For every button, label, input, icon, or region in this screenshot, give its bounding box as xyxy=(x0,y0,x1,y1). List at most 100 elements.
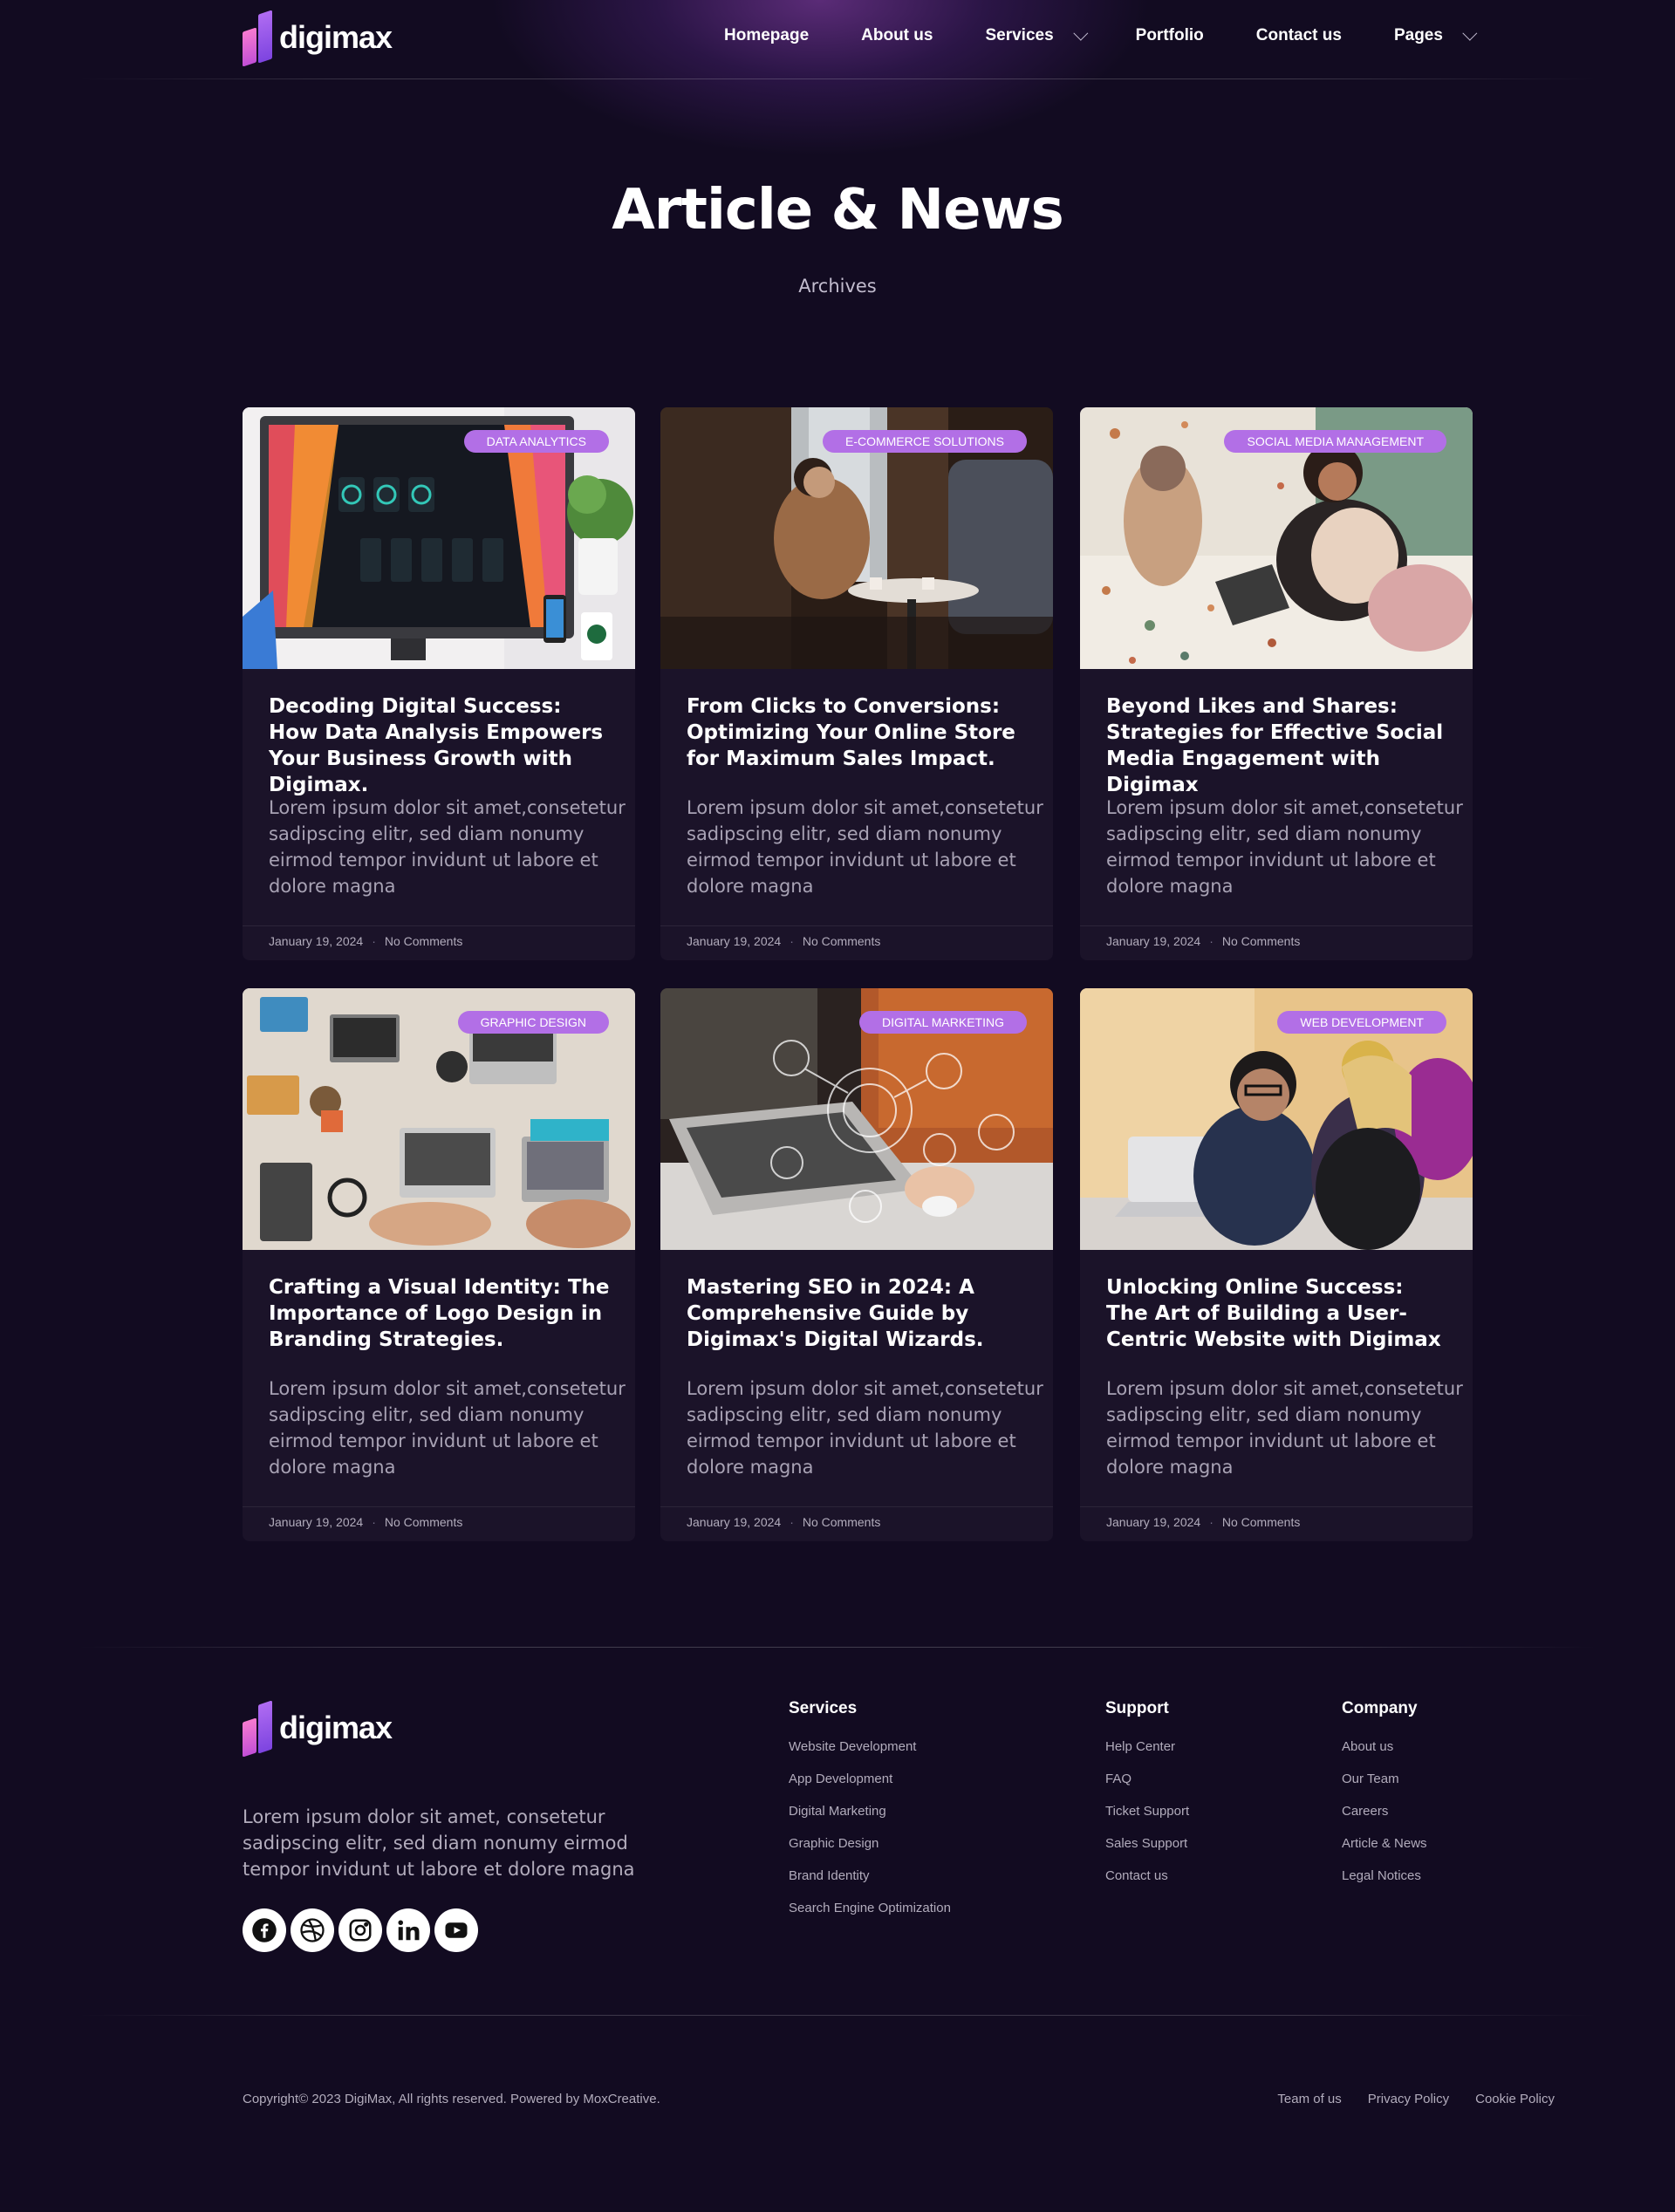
main-nav: Homepage About us Services Portfolio Con… xyxy=(724,25,1525,45)
article-title[interactable]: From Clicks to Conversions: Optimizing Y… xyxy=(687,693,1031,772)
footer-column-title: Services xyxy=(789,1699,858,1717)
desk-with-laptops-photo[interactable]: GRAPHIC DESIGN xyxy=(243,988,635,1250)
category-tag[interactable]: DATA ANALYTICS xyxy=(463,430,609,453)
article-title[interactable]: Beyond Likes and Shares: Strategies for … xyxy=(1106,693,1451,798)
category-tag[interactable]: E-COMMERCE SOLUTIONS xyxy=(822,430,1027,453)
footer-link[interactable]: Graphic Design xyxy=(789,1836,951,1851)
footer-link[interactable]: Ticket Support xyxy=(1105,1804,1189,1819)
team-around-laptop-photo[interactable]: WEB DEVELOPMENT xyxy=(1080,988,1473,1250)
card-divider xyxy=(660,925,1053,926)
article-card[interactable]: WEB DEVELOPMENT Unlocking Online Success… xyxy=(1080,988,1473,1541)
site-header: digimax Homepage About us Services Portf… xyxy=(0,0,1675,80)
breadcrumb: Archives xyxy=(798,276,877,297)
nav-label: Portfolio xyxy=(1135,26,1204,44)
article-date: January 19, 2024 xyxy=(1106,934,1201,948)
article-card[interactable]: GRAPHIC DESIGN Crafting a Visual Identit… xyxy=(243,988,635,1541)
footer-link[interactable]: Legal Notices xyxy=(1342,1868,1427,1883)
woman-in-cafe-photo[interactable]: E-COMMERCE SOLUTIONS xyxy=(660,407,1053,669)
footer-column-title: Support xyxy=(1105,1699,1169,1717)
logo-mark-icon xyxy=(243,1700,274,1758)
footer-link[interactable]: Brand Identity xyxy=(789,1868,951,1883)
legal-links: Team of us Privacy Policy Cookie Policy xyxy=(1277,2092,1555,2106)
footer-column-company: Company About us Our Team Careers Articl… xyxy=(1342,1699,1427,1901)
comments-link[interactable]: No Comments xyxy=(1222,1515,1300,1529)
legal-link-cookie[interactable]: Cookie Policy xyxy=(1475,2092,1555,2106)
linkedin-icon[interactable] xyxy=(386,1908,430,1952)
footer-link[interactable]: Website Development xyxy=(789,1739,951,1754)
footer-link[interactable]: FAQ xyxy=(1105,1772,1189,1786)
footer-link[interactable]: Digital Marketing xyxy=(789,1804,951,1819)
footer-link[interactable]: Contact us xyxy=(1105,1868,1189,1883)
dribbble-icon[interactable] xyxy=(291,1908,334,1952)
footer-link[interactable]: App Development xyxy=(789,1772,951,1786)
facebook-icon[interactable] xyxy=(243,1908,286,1952)
chevron-down-icon xyxy=(1462,25,1478,41)
footer-column-title: Company xyxy=(1342,1699,1418,1717)
footer-link[interactable]: Sales Support xyxy=(1105,1836,1189,1851)
footer-link[interactable]: Search Engine Optimization xyxy=(789,1901,951,1915)
social-links xyxy=(243,1908,478,1952)
article-meta: January 19, 2024 · No Comments xyxy=(687,934,880,948)
separator-dot: · xyxy=(790,934,794,948)
brand-name: digimax xyxy=(279,19,393,55)
card-divider xyxy=(243,1506,635,1507)
article-card[interactable]: DATA ANALYTICS Decoding Digital Success:… xyxy=(243,407,635,960)
separator-dot: · xyxy=(372,1515,376,1529)
category-tag[interactable]: GRAPHIC DESIGN xyxy=(457,1011,609,1034)
separator-dot: · xyxy=(1209,934,1214,948)
nav-label: Contact us xyxy=(1255,26,1342,44)
comments-link[interactable]: No Comments xyxy=(1222,934,1300,948)
logo-mark-icon xyxy=(243,10,274,67)
footer-column-support: Support Help Center FAQ Ticket Support S… xyxy=(1105,1699,1189,1901)
legal-link-team[interactable]: Team of us xyxy=(1277,2092,1341,2106)
footer-link[interactable]: Our Team xyxy=(1342,1772,1427,1786)
nav-item-contact-us[interactable]: Contact us xyxy=(1256,26,1342,45)
computer-monitor-dashboard-photo[interactable]: DATA ANALYTICS xyxy=(243,407,635,669)
comments-link[interactable]: No Comments xyxy=(385,1515,462,1529)
separator-dot: · xyxy=(372,934,376,948)
article-title[interactable]: Decoding Digital Success: How Data Analy… xyxy=(269,693,613,798)
separator-dot: · xyxy=(1209,1515,1214,1529)
article-meta: January 19, 2024 · No Comments xyxy=(269,1515,462,1529)
brand-logo[interactable]: digimax xyxy=(243,10,393,67)
card-divider xyxy=(1080,1506,1473,1507)
category-tag[interactable]: WEB DEVELOPMENT xyxy=(1277,1011,1446,1034)
legal-link-privacy[interactable]: Privacy Policy xyxy=(1368,2092,1449,2106)
article-title[interactable]: Unlocking Online Success: The Art of Bui… xyxy=(1106,1274,1451,1353)
footer-link[interactable]: Help Center xyxy=(1105,1739,1189,1754)
footer-link[interactable]: Article & News xyxy=(1342,1836,1427,1851)
category-tag[interactable]: SOCIAL MEDIA MANAGEMENT xyxy=(1224,430,1446,453)
youtube-icon[interactable] xyxy=(434,1908,478,1952)
card-divider xyxy=(243,925,635,926)
comments-link[interactable]: No Comments xyxy=(385,934,462,948)
footer-divider xyxy=(79,1647,1596,1648)
copyright-text: Copyright© 2023 DigiMax, All rights rese… xyxy=(243,2092,660,2106)
instagram-icon[interactable] xyxy=(338,1908,382,1952)
nav-item-services[interactable]: Services xyxy=(985,25,1088,45)
article-card[interactable]: DIGITAL MARKETING Mastering SEO in 2024:… xyxy=(660,988,1053,1541)
comments-link[interactable]: No Comments xyxy=(803,1515,880,1529)
women-working-laptop-photo[interactable]: SOCIAL MEDIA MANAGEMENT xyxy=(1080,407,1473,669)
article-title[interactable]: Mastering SEO in 2024: A Comprehensive G… xyxy=(687,1274,1031,1353)
article-card[interactable]: E-COMMERCE SOLUTIONS From Clicks to Conv… xyxy=(660,407,1053,960)
nav-item-homepage[interactable]: Homepage xyxy=(724,26,809,45)
separator-dot: · xyxy=(790,1515,794,1529)
nav-item-portfolio[interactable]: Portfolio xyxy=(1136,26,1204,45)
footer-link[interactable]: Careers xyxy=(1342,1804,1427,1819)
laptop-with-network-icons-photo[interactable]: DIGITAL MARKETING xyxy=(660,988,1053,1250)
article-excerpt: Lorem ipsum dolor sit amet,consetetur sa… xyxy=(269,797,626,897)
article-title[interactable]: Crafting a Visual Identity: The Importan… xyxy=(269,1274,613,1353)
article-card[interactable]: SOCIAL MEDIA MANAGEMENT Beyond Likes and… xyxy=(1080,407,1473,960)
nav-label: Homepage xyxy=(724,26,810,44)
comments-link[interactable]: No Comments xyxy=(803,934,880,948)
article-excerpt: Lorem ipsum dolor sit amet,consetetur sa… xyxy=(269,1378,626,1478)
footer-link[interactable]: About us xyxy=(1342,1739,1427,1754)
category-tag[interactable]: DIGITAL MARKETING xyxy=(858,1011,1027,1034)
nav-item-pages[interactable]: Pages xyxy=(1394,25,1478,45)
article-date: January 19, 2024 xyxy=(269,934,364,948)
article-date: January 19, 2024 xyxy=(1106,1515,1201,1529)
nav-item-about-us[interactable]: About us xyxy=(861,26,933,45)
article-date: January 19, 2024 xyxy=(687,1515,782,1529)
footer-brand-logo[interactable]: digimax xyxy=(243,1700,393,1758)
footer-column-services: Services Website Development App Develop… xyxy=(789,1699,951,1933)
